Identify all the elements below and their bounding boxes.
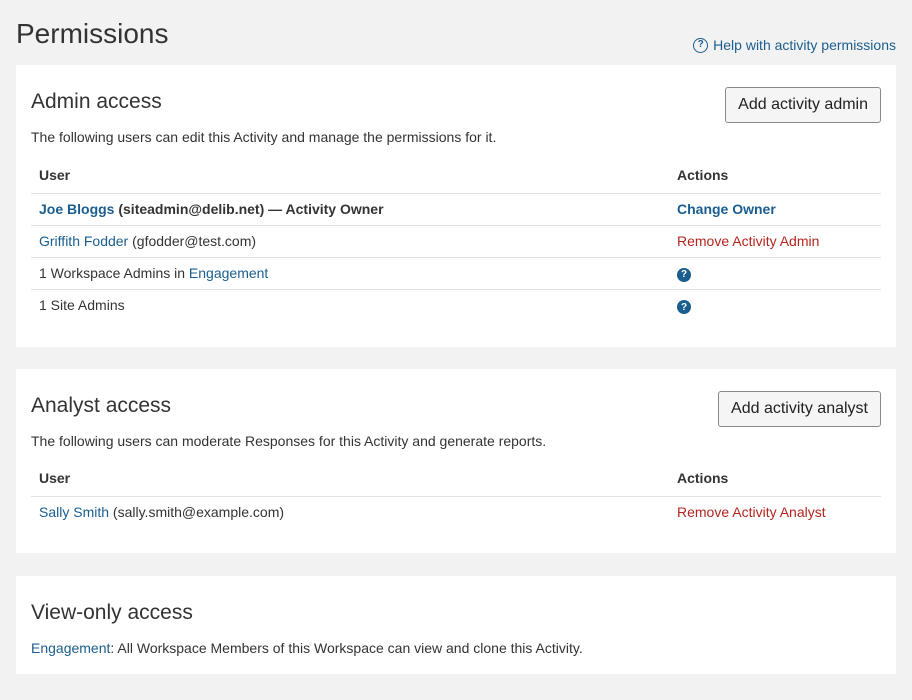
view-only-text: : All Workspace Members of this Workspac…	[110, 640, 583, 656]
admin-access-title: Admin access	[31, 90, 162, 113]
user-column-header: User	[31, 460, 669, 497]
user-link-sally-smith[interactable]: Sally Smith	[39, 504, 109, 520]
engagement-workspace-link[interactable]: Engagement	[31, 640, 110, 656]
remove-activity-admin-link[interactable]: Remove Activity Admin	[677, 233, 819, 249]
site-admins-text: 1 Site Admins	[39, 297, 125, 314]
table-row: 1 Site Admins ?	[31, 289, 881, 321]
add-activity-analyst-button[interactable]: Add activity analyst	[718, 391, 881, 427]
admin-access-description: The following users can edit this Activi…	[31, 129, 497, 145]
view-only-access-title: View-only access	[31, 601, 193, 624]
help-permissions-link[interactable]: ? Help with activity permissions	[693, 37, 896, 53]
change-owner-link[interactable]: Change Owner	[677, 201, 776, 217]
table-row: 1 Workspace Admins in Engagement ?	[31, 257, 881, 290]
user-detail: (sally.smith@example.com)	[109, 504, 285, 521]
admin-access-panel: Admin access Add activity admin The foll…	[16, 65, 896, 347]
remove-activity-analyst-link[interactable]: Remove Activity Analyst	[677, 504, 826, 520]
view-only-description: Engagement: All Workspace Members of thi…	[31, 640, 583, 656]
help-circle-icon: ?	[693, 37, 709, 53]
admin-table: User Actions Joe Bloggs (siteadmin@delib…	[31, 157, 881, 321]
user-detail: (gfodder@test.com)	[128, 233, 257, 249]
analyst-table: User Actions Sally Smith (sally.smith@ex…	[31, 460, 881, 528]
actions-column-header: Actions	[669, 157, 881, 194]
user-link-griffith-fodder[interactable]: Griffith Fodder	[39, 233, 128, 249]
question-circle-icon[interactable]: ?	[677, 267, 691, 282]
user-link-joe-bloggs[interactable]: Joe Bloggs	[39, 201, 114, 217]
analyst-access-title: Analyst access	[31, 394, 172, 417]
analyst-access-panel: Analyst access Add activity analyst The …	[16, 369, 896, 553]
table-row: Griffith Fodder (gfodder@test.com) Remov…	[31, 225, 881, 258]
table-row: Joe Bloggs (siteadmin@delib.net) — Activ…	[31, 193, 881, 226]
table-row: Sally Smith (sally.smith@example.com) Re…	[31, 496, 881, 528]
analyst-access-description: The following users can moderate Respons…	[31, 433, 547, 449]
user-detail: (siteadmin@delib.net) — Activity Owner	[114, 201, 384, 217]
question-circle-icon[interactable]: ?	[677, 300, 691, 314]
actions-column-header: Actions	[669, 460, 881, 497]
user-column-header: User	[31, 157, 669, 194]
view-only-access-panel: View-only access Engagement: All Workspa…	[16, 576, 896, 674]
help-link-label: Help with activity permissions	[713, 37, 896, 53]
add-activity-admin-button[interactable]: Add activity admin	[725, 87, 881, 123]
page-title: Permissions	[16, 18, 169, 49]
workspace-admins-text: 1 Workspace Admins in	[39, 265, 189, 281]
engagement-workspace-link[interactable]: Engagement	[189, 265, 268, 281]
